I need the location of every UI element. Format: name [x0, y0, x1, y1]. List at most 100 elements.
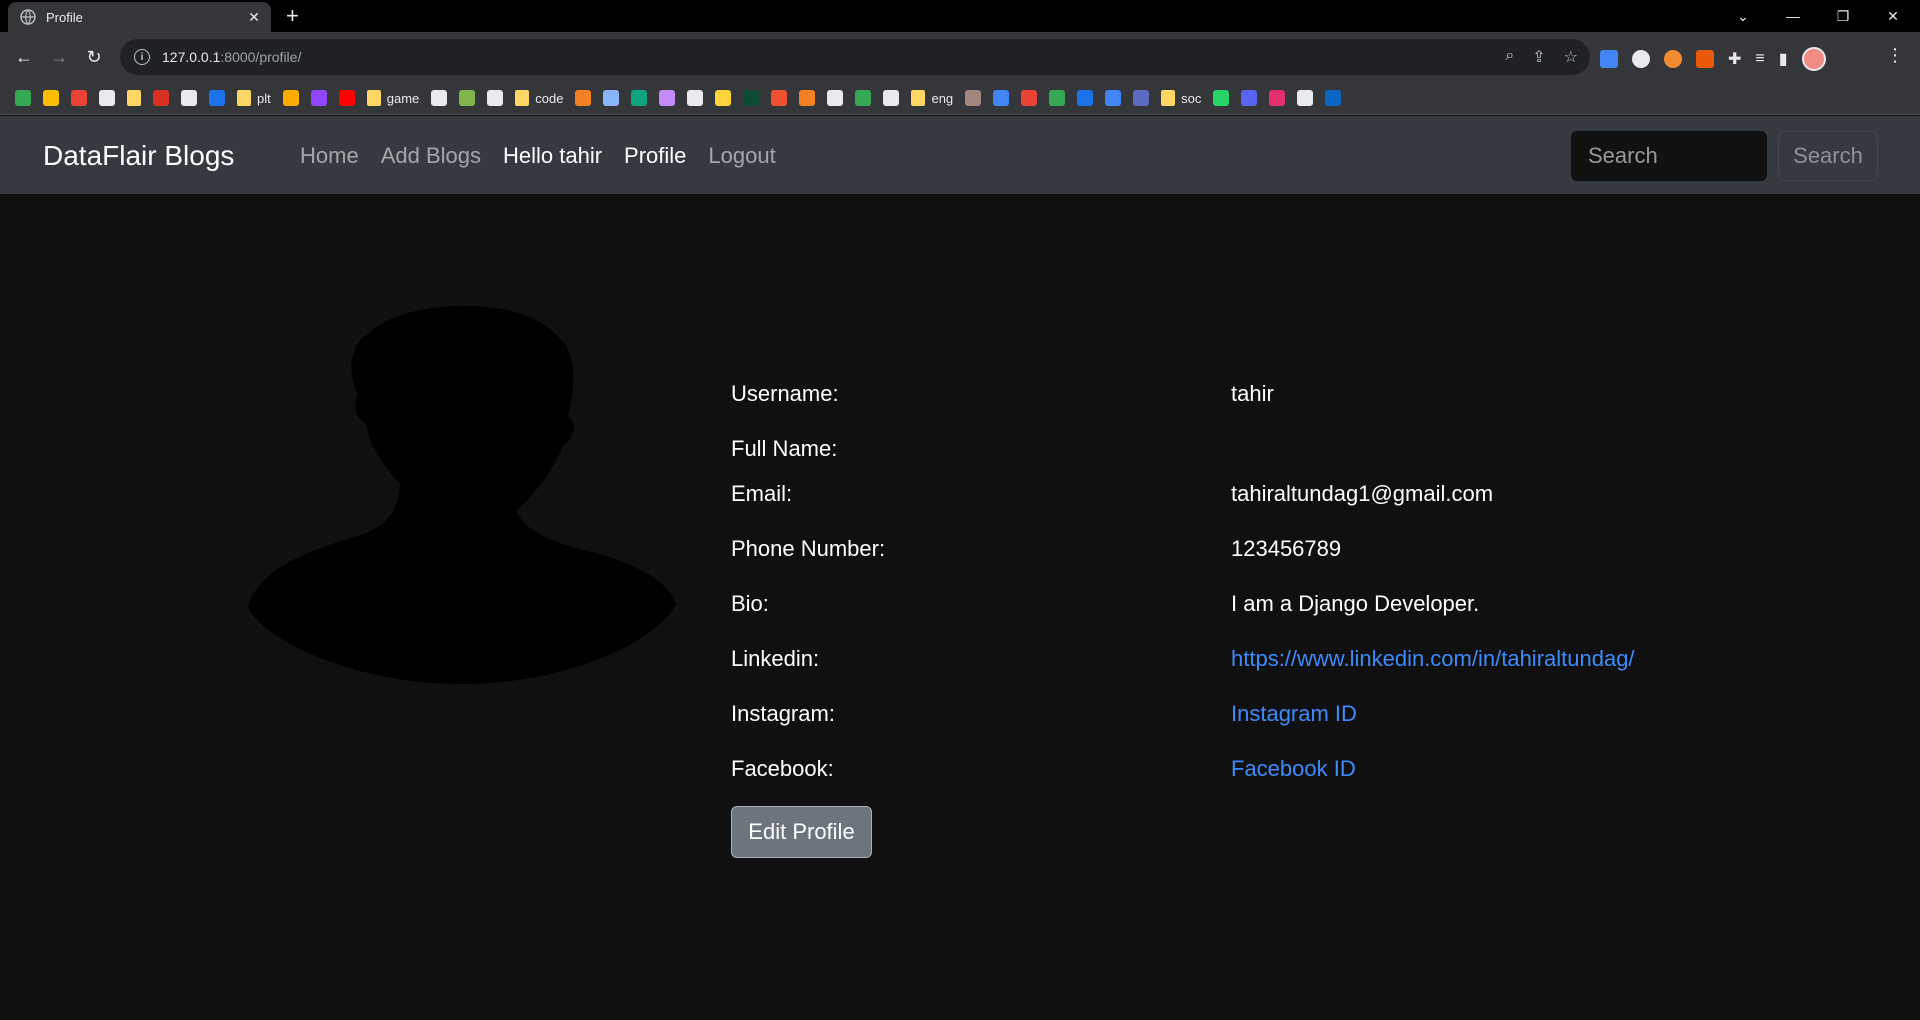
linkedin-icon — [1325, 90, 1342, 106]
bookmark-item[interactable] — [99, 90, 115, 106]
globe-icon — [99, 90, 115, 106]
translate-extension-icon[interactable] — [1600, 50, 1618, 68]
site-info-icon[interactable]: i — [134, 49, 150, 65]
bookmark-item[interactable] — [1049, 90, 1066, 106]
bookmark-folder[interactable]: soc — [1161, 90, 1201, 106]
address-bar[interactable]: i 127.0.0.1:8000/profile/ ⌕ ⇪ ☆ — [120, 39, 1590, 75]
frame-icon — [827, 90, 844, 106]
bookmark-folder[interactable]: eng — [911, 90, 953, 106]
bookmark-item[interactable] — [827, 90, 844, 106]
bot-icon — [659, 90, 676, 106]
reload-icon[interactable]: ↻ — [78, 41, 110, 73]
side-panel-icon[interactable]: ▮ — [1779, 49, 1788, 69]
browser-tab[interactable]: Profile ✕ — [8, 2, 271, 32]
bookmark-item[interactable] — [282, 90, 299, 106]
bookmark-item[interactable] — [743, 90, 760, 106]
bookmark-item[interactable] — [1269, 90, 1286, 106]
bookmark-folder[interactable]: plt — [237, 90, 271, 106]
search-button[interactable]: Search — [1778, 131, 1878, 181]
bookmark-item[interactable] — [487, 90, 504, 106]
bookmark-folder-label: eng — [931, 90, 954, 106]
restore-icon[interactable]: ❐ — [1820, 0, 1866, 32]
layers-icon — [799, 90, 816, 106]
bookmark-item[interactable] — [855, 90, 872, 106]
bookmark-item[interactable] — [153, 90, 169, 106]
minimize-icon[interactable]: — — [1770, 0, 1816, 32]
bookmark-item[interactable] — [687, 90, 704, 106]
bookmark-item[interactable] — [338, 90, 355, 106]
bookmark-star-icon[interactable]: ☆ — [1564, 47, 1578, 67]
bookmark-item[interactable] — [459, 90, 476, 106]
bookmark-folder[interactable]: code — [515, 90, 563, 106]
nav-add-blogs[interactable]: Add Blogs — [381, 143, 481, 169]
bookmark-item[interactable] — [310, 90, 327, 106]
bookmark-item[interactable] — [1325, 90, 1342, 106]
w-icon — [209, 90, 225, 106]
bookmark-item[interactable] — [799, 90, 816, 106]
folder-icon — [911, 90, 926, 106]
facebook-link[interactable]: Facebook ID — [1231, 756, 1356, 781]
bookmark-item[interactable] — [603, 90, 620, 106]
twitch-icon — [310, 90, 327, 106]
keep-icon — [43, 90, 59, 106]
profile-field-label: Email: — [731, 481, 793, 506]
back-icon[interactable]: ← — [8, 41, 40, 73]
bookmark-item[interactable] — [1133, 90, 1150, 106]
bookmark-item[interactable] — [883, 90, 900, 106]
extension-icon[interactable] — [1632, 50, 1650, 68]
bookmark-item[interactable] — [1077, 90, 1094, 106]
bookmark-item[interactable] — [71, 90, 87, 106]
bookmark-item[interactable] — [965, 90, 982, 106]
x-icon — [1297, 90, 1314, 106]
tab-search-icon[interactable]: ⌄ — [1720, 0, 1766, 32]
bookmark-item[interactable] — [575, 90, 592, 106]
browser-tabstrip: Profile ✕ + ⌄ — ❐ ✕ — [0, 0, 1920, 32]
youtube-icon — [338, 90, 355, 106]
linkedin-link[interactable]: https://www.linkedin.com/in/tahiraltunda… — [1231, 646, 1635, 671]
new-tab-icon[interactable]: + — [286, 4, 299, 28]
bookmark-item[interactable] — [993, 90, 1010, 106]
forward-icon[interactable]: → — [43, 41, 75, 73]
edit-profile-button[interactable]: Edit Profile — [731, 806, 872, 858]
extension-icon[interactable] — [1664, 50, 1682, 68]
reading-list-icon[interactable]: ≡ — [1755, 50, 1764, 68]
bookmark-item[interactable] — [771, 90, 788, 106]
bookmark-item[interactable] — [631, 90, 648, 106]
bookmark-item[interactable] — [659, 90, 676, 106]
profile-avatar-icon[interactable] — [1801, 47, 1826, 71]
zoom-icon[interactable]: ⌕ — [1505, 47, 1514, 67]
share-icon[interactable]: ⇪ — [1532, 47, 1545, 67]
site-brand[interactable]: DataFlair Blogs — [43, 140, 234, 172]
bookmark-folder-label: code — [535, 90, 564, 106]
bookmark-item[interactable] — [1241, 90, 1258, 106]
close-tab-icon[interactable]: ✕ — [245, 9, 263, 26]
bookmark-item[interactable] — [1297, 90, 1314, 106]
bookmark-item[interactable] — [43, 90, 59, 106]
profile-field-value: https://www.linkedin.com/in/tahiraltunda… — [1231, 646, 1635, 672]
bookmark-folder[interactable]: game — [366, 90, 419, 106]
nav-hello-user[interactable]: Hello tahir — [503, 143, 602, 169]
bookmark-item[interactable] — [15, 90, 31, 106]
bookmark-item[interactable] — [209, 90, 225, 106]
blocks-icon — [771, 90, 788, 106]
bookmark-item[interactable] — [1213, 90, 1230, 106]
bookmark-folder[interactable] — [127, 90, 141, 106]
bookmark-item[interactable] — [1021, 90, 1038, 106]
puzzle-icon[interactable]: ✚ — [1728, 49, 1741, 69]
menu-icon[interactable]: ⋮ — [1886, 46, 1904, 64]
search-input[interactable] — [1571, 131, 1767, 181]
bookmark-item[interactable] — [181, 90, 197, 106]
bookmark-item[interactable] — [1105, 90, 1122, 106]
extension-icon[interactable] — [1696, 50, 1714, 68]
nav-logout[interactable]: Logout — [708, 143, 775, 169]
close-window-icon[interactable]: ✕ — [1870, 0, 1916, 32]
bookmark-item[interactable] — [431, 90, 448, 106]
folder-icon — [127, 90, 141, 106]
chatgpt-icon — [487, 90, 504, 106]
nav-home[interactable]: Home — [300, 143, 359, 169]
profile-field-label: Facebook: — [731, 756, 834, 781]
bookmark-item[interactable] — [715, 90, 732, 106]
folder-icon — [237, 90, 251, 106]
nav-profile[interactable]: Profile — [624, 143, 686, 169]
instagram-link[interactable]: Instagram ID — [1231, 701, 1357, 726]
